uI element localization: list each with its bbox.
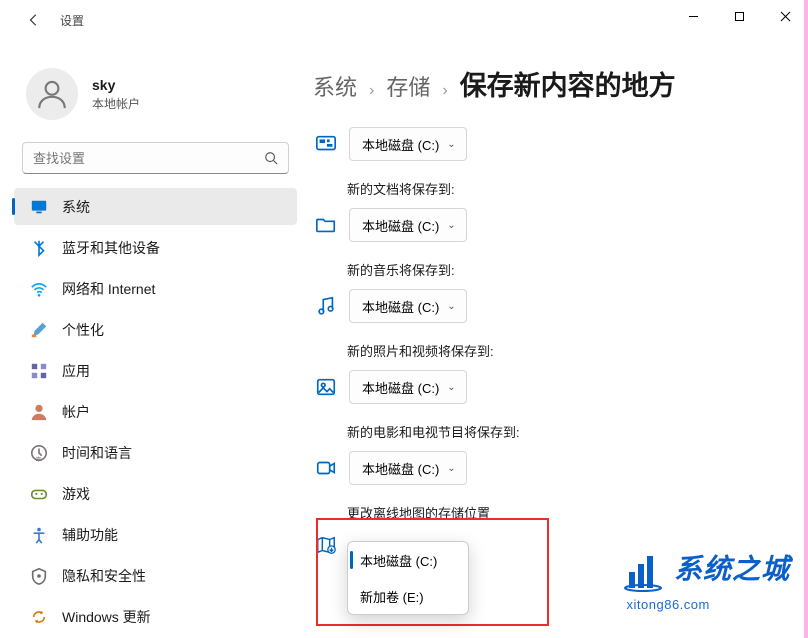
brush-icon — [30, 321, 48, 339]
apps-location-row: 本地磁盘 (C:) ⌄ — [313, 127, 788, 161]
dropdown-option-c[interactable]: 本地磁盘 (C:) — [348, 542, 468, 578]
sidebar: sky 本地帐户 系统蓝牙和其他设备网络和 Internet 个性化应用帐户字 时间… — [0, 40, 305, 638]
chevron-down-icon: ⌄ — [447, 382, 455, 393]
search-input[interactable] — [33, 151, 264, 166]
chevron-down-icon: ⌄ — [447, 220, 455, 231]
maximize-button[interactable] — [716, 0, 762, 32]
breadcrumb-system[interactable]: 系统 — [313, 70, 357, 102]
map-icon — [313, 532, 339, 558]
page-title: 保存新内容的地方 — [460, 64, 676, 103]
watermark-logo-icon — [623, 552, 663, 592]
sidebar-item-label: 时间和语言 — [62, 443, 132, 463]
sidebar-item-network[interactable]: 网络和 Internet — [14, 270, 297, 307]
sidebar-item-label: 辅助功能 — [62, 525, 118, 545]
avatar — [26, 68, 78, 120]
movies-drive-select[interactable]: 本地磁盘 (C:) ⌄ — [349, 451, 467, 485]
user-block[interactable]: sky 本地帐户 — [10, 40, 305, 138]
photos-drive-value: 本地磁盘 (C:) — [362, 378, 439, 397]
update-icon — [30, 608, 48, 626]
monitor-icon — [30, 198, 48, 216]
docs-heading: 新的文档将保存到: — [347, 179, 788, 198]
docs-drive-value: 本地磁盘 (C:) — [362, 216, 439, 235]
main-content: 系统 › 存储 › 保存新内容的地方 本地磁盘 (C:) ⌄ 新的文档将保存到:… — [305, 40, 808, 638]
titlebar: 设置 — [0, 0, 808, 40]
sidebar-item-update[interactable]: Windows 更新 — [14, 598, 297, 635]
video-icon — [313, 455, 339, 481]
docs-location-row: 本地磁盘 (C:) ⌄ — [313, 208, 788, 242]
photos-drive-select[interactable]: 本地磁盘 (C:) ⌄ — [349, 370, 467, 404]
sidebar-item-label: 个性化 — [62, 320, 104, 340]
avatar-icon — [35, 77, 69, 111]
sidebar-item-time[interactable]: 字 时间和语言 — [14, 434, 297, 471]
maps-heading: 更改离线地图的存储位置 — [347, 503, 788, 522]
sidebar-item-system[interactable]: 系统 — [14, 188, 297, 225]
photos-location-row: 本地磁盘 (C:) ⌄ — [313, 370, 788, 404]
movies-location-row: 本地磁盘 (C:) ⌄ — [313, 451, 788, 485]
sidebar-item-label: 隐私和安全性 — [62, 566, 146, 586]
photos-heading: 新的照片和视频将保存到: — [347, 341, 788, 360]
chevron-right-icon: › — [442, 82, 447, 100]
chevron-down-icon: ⌄ — [447, 301, 455, 312]
bluetooth-icon — [30, 239, 48, 257]
app-title: 设置 — [60, 12, 84, 29]
close-button[interactable] — [762, 0, 808, 32]
sidebar-item-accessibility[interactable]: 辅助功能 — [14, 516, 297, 553]
apps-drive-select[interactable]: 本地磁盘 (C:) ⌄ — [349, 127, 467, 161]
chevron-down-icon: ⌄ — [447, 139, 455, 150]
watermark: 系统之城 xitong86.com — [623, 552, 790, 612]
chevron-down-icon: ⌄ — [447, 463, 455, 474]
user-name: sky — [92, 77, 140, 93]
maximize-icon — [734, 11, 745, 22]
person-icon — [30, 403, 48, 421]
sidebar-item-apps[interactable]: 应用 — [14, 352, 297, 389]
apps-drive-value: 本地磁盘 (C:) — [362, 135, 439, 154]
photo-icon — [313, 374, 339, 400]
search-icon — [264, 151, 278, 165]
breadcrumb-storage[interactable]: 存储 — [386, 70, 430, 102]
arrow-left-icon — [27, 13, 41, 27]
svg-text:字: 字 — [35, 455, 41, 462]
music-heading: 新的音乐将保存到: — [347, 260, 788, 279]
movies-drive-value: 本地磁盘 (C:) — [362, 459, 439, 478]
sidebar-item-personalize[interactable]: 个性化 — [14, 311, 297, 348]
sidebar-item-label: 帐户 — [62, 402, 90, 422]
music-location-row: 本地磁盘 (C:) ⌄ — [313, 289, 788, 323]
sidebar-item-label: 系统 — [62, 197, 90, 217]
sidebar-item-privacy[interactable]: 隐私和安全性 — [14, 557, 297, 594]
music-icon — [313, 293, 339, 319]
shield-icon — [30, 567, 48, 585]
chevron-right-icon: › — [369, 82, 374, 100]
sidebar-item-bluetooth[interactable]: 蓝牙和其他设备 — [14, 229, 297, 266]
sidebar-item-label: 游戏 — [62, 484, 90, 504]
right-accent-border — [804, 0, 808, 638]
sidebar-item-label: 网络和 Internet — [62, 279, 155, 299]
maps-drive-dropdown: 本地磁盘 (C:) 新加卷 (E:) — [347, 541, 469, 615]
music-drive-value: 本地磁盘 (C:) — [362, 297, 439, 316]
back-button[interactable] — [24, 10, 44, 30]
wifi-icon — [30, 280, 48, 298]
user-account-type: 本地帐户 — [92, 95, 140, 112]
search-box[interactable] — [22, 142, 289, 174]
close-icon — [780, 11, 791, 22]
minimize-button[interactable] — [670, 0, 716, 32]
app-icon — [313, 131, 339, 157]
sidebar-item-label: Windows 更新 — [62, 607, 151, 627]
clock-icon: 字 — [30, 444, 48, 462]
minimize-icon — [688, 11, 699, 22]
docs-drive-select[interactable]: 本地磁盘 (C:) ⌄ — [349, 208, 467, 242]
sidebar-item-accounts[interactable]: 帐户 — [14, 393, 297, 430]
gamepad-icon — [30, 485, 48, 503]
movies-heading: 新的电影和电视节目将保存到: — [347, 422, 788, 441]
dropdown-option-e[interactable]: 新加卷 (E:) — [348, 578, 468, 614]
sidebar-item-gaming[interactable]: 游戏 — [14, 475, 297, 512]
sidebar-item-label: 应用 — [62, 361, 90, 381]
music-drive-select[interactable]: 本地磁盘 (C:) ⌄ — [349, 289, 467, 323]
access-icon — [30, 526, 48, 544]
folder-icon — [313, 212, 339, 238]
grid-icon — [30, 362, 48, 380]
breadcrumb: 系统 › 存储 › 保存新内容的地方 — [305, 40, 788, 127]
sidebar-item-label: 蓝牙和其他设备 — [62, 238, 160, 258]
